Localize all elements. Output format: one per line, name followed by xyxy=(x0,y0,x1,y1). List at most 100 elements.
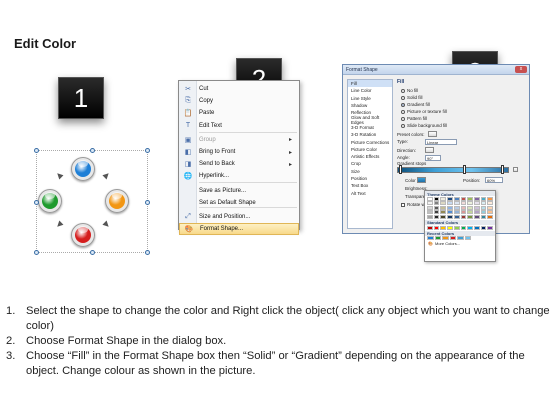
color-swatch[interactable] xyxy=(480,210,487,215)
gradient-stops-bar[interactable] xyxy=(397,167,509,173)
menu-item-edit-text[interactable]: T Edit Text xyxy=(179,120,299,132)
close-button[interactable]: x xyxy=(515,66,527,73)
color-swatch[interactable] xyxy=(473,201,480,206)
radio-button[interactable] xyxy=(401,123,405,128)
color-swatch[interactable] xyxy=(447,196,453,201)
radio-button[interactable] xyxy=(401,88,405,93)
color-swatch[interactable] xyxy=(487,205,494,210)
color-swatch[interactable] xyxy=(467,225,473,230)
color-swatch[interactable] xyxy=(487,214,494,219)
color-swatch[interactable] xyxy=(434,236,441,241)
menu-item-send-to-back[interactable]: ◨ Send to Back ▸ xyxy=(179,158,299,170)
nav-item-glow-and-soft-edges[interactable]: Glow and Soft Edges xyxy=(348,115,392,125)
color-swatch[interactable] xyxy=(460,205,467,210)
menu-item-cut[interactable]: ✂ Cut xyxy=(179,83,299,95)
nav-item-picture-color[interactable]: Picture Color xyxy=(348,146,392,153)
color-swatch[interactable] xyxy=(447,225,453,230)
nav-item-line-style[interactable]: Line Style xyxy=(348,95,392,102)
gradient-stop-handle[interactable] xyxy=(501,165,504,174)
resize-handle[interactable] xyxy=(34,200,39,205)
color-swatch[interactable] xyxy=(440,205,447,210)
type-select[interactable]: Linear xyxy=(425,139,457,145)
radio-button[interactable] xyxy=(401,95,405,100)
direction-dropdown[interactable] xyxy=(425,147,434,153)
color-swatch[interactable] xyxy=(460,201,467,206)
nav-item-crop[interactable]: Crop xyxy=(348,160,392,167)
color-swatch[interactable] xyxy=(487,225,494,230)
color-swatch[interactable] xyxy=(460,210,467,215)
color-swatch[interactable] xyxy=(473,214,480,219)
resize-handle[interactable] xyxy=(90,148,95,153)
bottom-orb[interactable] xyxy=(71,223,95,247)
color-swatch[interactable] xyxy=(433,210,440,215)
radio-button[interactable] xyxy=(401,116,405,121)
add-stop-icon[interactable] xyxy=(513,167,518,172)
fill-option-picture-or-texture-fill[interactable]: Picture or texture fill xyxy=(401,109,447,114)
color-swatch[interactable] xyxy=(427,201,433,206)
left-orb[interactable] xyxy=(38,189,62,213)
nav-item-3-d-rotation[interactable]: 3-D Rotation xyxy=(348,131,392,138)
resize-handle[interactable] xyxy=(145,200,150,205)
resize-handle[interactable] xyxy=(34,148,39,153)
right-orb[interactable] xyxy=(105,189,129,213)
gradient-stop-handle[interactable] xyxy=(463,165,466,174)
color-swatch[interactable] xyxy=(467,196,473,201)
nav-item-text-box[interactable]: Text Box xyxy=(348,182,392,189)
fill-option-slide-background-fill[interactable]: Slide background fill xyxy=(401,123,447,128)
color-swatch[interactable] xyxy=(440,196,447,201)
color-swatch[interactable] xyxy=(480,205,487,210)
nav-item-line-color[interactable]: Line Color xyxy=(348,87,392,94)
color-swatch[interactable] xyxy=(467,201,473,206)
color-swatch[interactable] xyxy=(433,205,440,210)
color-swatch[interactable] xyxy=(467,205,473,210)
resize-handle[interactable] xyxy=(34,250,39,255)
color-swatch[interactable] xyxy=(433,225,440,230)
position-input[interactable]: 60% xyxy=(485,177,503,183)
color-swatch[interactable] xyxy=(467,214,473,219)
color-swatch[interactable] xyxy=(457,236,464,241)
color-swatch[interactable] xyxy=(480,196,487,201)
color-swatch[interactable] xyxy=(433,214,440,219)
color-swatch[interactable] xyxy=(440,210,447,215)
color-swatch[interactable] xyxy=(449,236,456,241)
color-swatch[interactable] xyxy=(460,196,467,201)
color-swatch[interactable] xyxy=(433,196,440,201)
resize-handle[interactable] xyxy=(145,250,150,255)
fill-option-pattern-fill[interactable]: Pattern fill xyxy=(401,116,427,121)
color-swatch[interactable] xyxy=(473,196,480,201)
color-swatch[interactable] xyxy=(453,214,460,219)
angle-input[interactable]: 90° xyxy=(425,155,441,161)
nav-item-fill[interactable]: Fill xyxy=(348,80,392,88)
nav-item-shadow[interactable]: Shadow xyxy=(348,102,392,109)
fill-option-solid-fill[interactable]: Solid fill xyxy=(401,95,423,100)
color-swatch[interactable] xyxy=(480,214,487,219)
color-swatch[interactable] xyxy=(447,205,453,210)
color-swatch[interactable] xyxy=(473,210,480,215)
color-swatch[interactable] xyxy=(453,201,460,206)
nav-item-artistic-effects[interactable]: Artistic Effects xyxy=(348,153,392,160)
resize-handle[interactable] xyxy=(145,148,150,153)
color-swatch[interactable] xyxy=(427,196,433,201)
color-picker-button[interactable] xyxy=(417,177,426,183)
nav-item-position[interactable]: Position xyxy=(348,175,392,182)
top-orb[interactable] xyxy=(71,157,95,181)
preset-colors-dropdown[interactable] xyxy=(427,131,437,137)
color-swatch[interactable] xyxy=(427,205,433,210)
color-swatch[interactable] xyxy=(427,225,433,230)
selected-shape-frame[interactable]: ▲ ▲ ▲ ▲ xyxy=(34,148,150,255)
color-swatch[interactable] xyxy=(460,214,467,219)
menu-item-copy[interactable]: ⎘ Copy xyxy=(179,95,299,107)
color-swatch[interactable] xyxy=(467,210,473,215)
menu-item-hyperlink[interactable]: 🌐 Hyperlink... xyxy=(179,170,299,182)
resize-handle[interactable] xyxy=(90,250,95,255)
color-swatch[interactable] xyxy=(473,205,480,210)
menu-item-group[interactable]: ▣ Group ▸ xyxy=(179,134,299,146)
color-swatch[interactable] xyxy=(487,210,494,215)
menu-item-bring-to-front[interactable]: ◧ Bring to Front ▸ xyxy=(179,146,299,158)
color-swatch[interactable] xyxy=(440,214,447,219)
color-swatch[interactable] xyxy=(453,225,460,230)
menu-item-paste[interactable]: 📋 Paste xyxy=(179,107,299,119)
color-swatch[interactable] xyxy=(453,210,460,215)
color-swatch[interactable] xyxy=(453,196,460,201)
fill-option-gradient-fill[interactable]: Gradient fill xyxy=(401,102,430,107)
